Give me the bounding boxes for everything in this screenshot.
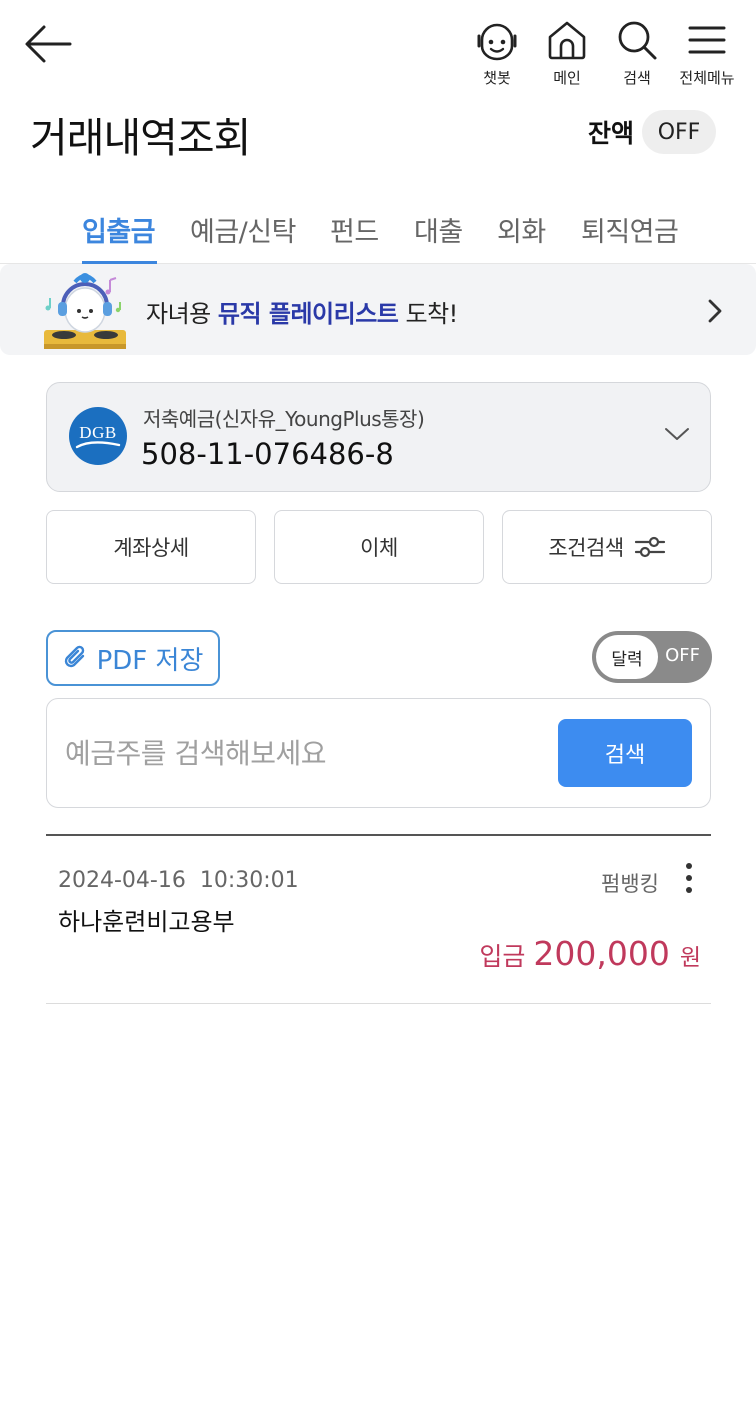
account-selector[interactable]: DGB 저축예금(신자유_YoungPlus통장) 508-11-076486-… bbox=[46, 382, 711, 492]
account-name: 저축예금(신자유_YoungPlus통장) bbox=[143, 407, 425, 431]
transaction-row[interactable]: 2024-04-16 10:30:01 펌뱅킹 하나훈련비고용부 입금 200,… bbox=[46, 836, 711, 1004]
chatbot-label: 챗봇 bbox=[483, 69, 511, 87]
transaction-amount-group: 입금 200,000 원 bbox=[479, 934, 701, 973]
balance-toggle-group: 잔액 OFF bbox=[588, 110, 716, 154]
search-nav-label: 검색 bbox=[623, 69, 651, 87]
transaction-channel: 펌뱅킹 bbox=[601, 872, 659, 896]
depositor-search-input[interactable] bbox=[65, 733, 545, 773]
transaction-amount: 200,000 bbox=[533, 934, 670, 973]
filter-search-button[interactable]: 조건검색 bbox=[502, 510, 712, 584]
chatbot-button[interactable]: 챗봇 bbox=[462, 16, 532, 88]
home-icon bbox=[548, 21, 586, 60]
banner-text-prefix: 자녀용 bbox=[146, 300, 218, 328]
banner-text-suffix: 도착! bbox=[398, 300, 459, 328]
account-detail-button[interactable]: 계좌상세 bbox=[46, 510, 256, 584]
tab-loan[interactable]: 대출 bbox=[414, 210, 463, 249]
home-label: 메인 bbox=[553, 69, 581, 87]
more-options-icon[interactable] bbox=[681, 860, 697, 896]
bank-logo: DGB bbox=[69, 407, 127, 465]
chevron-down-icon bbox=[665, 428, 689, 440]
search-nav-button[interactable]: 검색 bbox=[602, 16, 672, 88]
filter-sliders-icon bbox=[634, 536, 665, 558]
tab-retirement-pension[interactable]: 퇴직연금 bbox=[581, 210, 679, 249]
dj-mascot-illustration bbox=[44, 273, 126, 349]
menu-button[interactable]: 전체메뉴 bbox=[672, 16, 742, 88]
home-button[interactable]: 메인 bbox=[532, 16, 602, 88]
account-actions: 계좌상세 이체 조건검색 bbox=[46, 510, 712, 584]
pdf-save-label: PDF 저장 bbox=[96, 645, 204, 676]
transfer-button[interactable]: 이체 bbox=[274, 510, 484, 584]
calendar-toggle[interactable]: 달력 OFF bbox=[592, 631, 712, 683]
pdf-save-button[interactable]: PDF 저장 bbox=[46, 630, 220, 686]
paperclip-icon bbox=[64, 645, 84, 668]
transaction-description: 하나훈련비고용부 bbox=[58, 908, 235, 936]
top-bar: 챗봇 메인 검색 전체메뉴 bbox=[0, 0, 756, 96]
menu-icon bbox=[688, 26, 726, 54]
tab-deposit-withdrawal[interactable]: 입출금 bbox=[82, 210, 156, 249]
transaction-currency-unit: 원 bbox=[679, 945, 701, 971]
chevron-right-icon bbox=[708, 299, 722, 323]
transfer-label: 이체 bbox=[360, 536, 398, 560]
transaction-type: 입금 bbox=[479, 942, 526, 971]
account-number: 508-11-076486-8 bbox=[141, 437, 394, 471]
depositor-search-box: 검색 bbox=[46, 698, 711, 808]
back-button[interactable] bbox=[22, 22, 74, 66]
menu-label: 전체메뉴 bbox=[679, 69, 735, 87]
bank-logo-wave bbox=[75, 441, 121, 449]
promo-banner[interactable]: 자녀용 뮤직 플레이리스트 도착! bbox=[0, 264, 756, 355]
filter-search-label: 조건검색 bbox=[548, 536, 624, 560]
account-type-tabs: 입출금 예금/신탁 펀드 대출 외화 퇴직연금 bbox=[0, 196, 756, 264]
back-arrow-icon bbox=[25, 25, 72, 63]
account-detail-label: 계좌상세 bbox=[113, 536, 189, 560]
chatbot-icon bbox=[477, 23, 517, 61]
tab-foreign-currency[interactable]: 외화 bbox=[497, 210, 546, 249]
calendar-toggle-state: OFF bbox=[665, 645, 700, 666]
tab-savings-trust[interactable]: 예금/신탁 bbox=[190, 210, 296, 249]
tab-fund[interactable]: 펀드 bbox=[330, 210, 379, 249]
search-button[interactable]: 검색 bbox=[558, 719, 692, 787]
calendar-toggle-knob: 달력 bbox=[596, 635, 658, 679]
balance-label: 잔액 bbox=[587, 119, 634, 148]
banner-message: 자녀용 뮤직 플레이리스트 도착! bbox=[146, 294, 458, 329]
search-icon bbox=[618, 21, 657, 60]
top-nav: 챗봇 메인 검색 전체메뉴 bbox=[462, 16, 742, 88]
page-title: 거래내역조회 bbox=[30, 114, 251, 162]
balance-toggle[interactable]: OFF bbox=[642, 110, 716, 154]
transaction-datetime: 2024-04-16 10:30:01 bbox=[58, 868, 299, 893]
banner-text-highlight: 뮤직 플레이리스트 bbox=[217, 300, 399, 328]
